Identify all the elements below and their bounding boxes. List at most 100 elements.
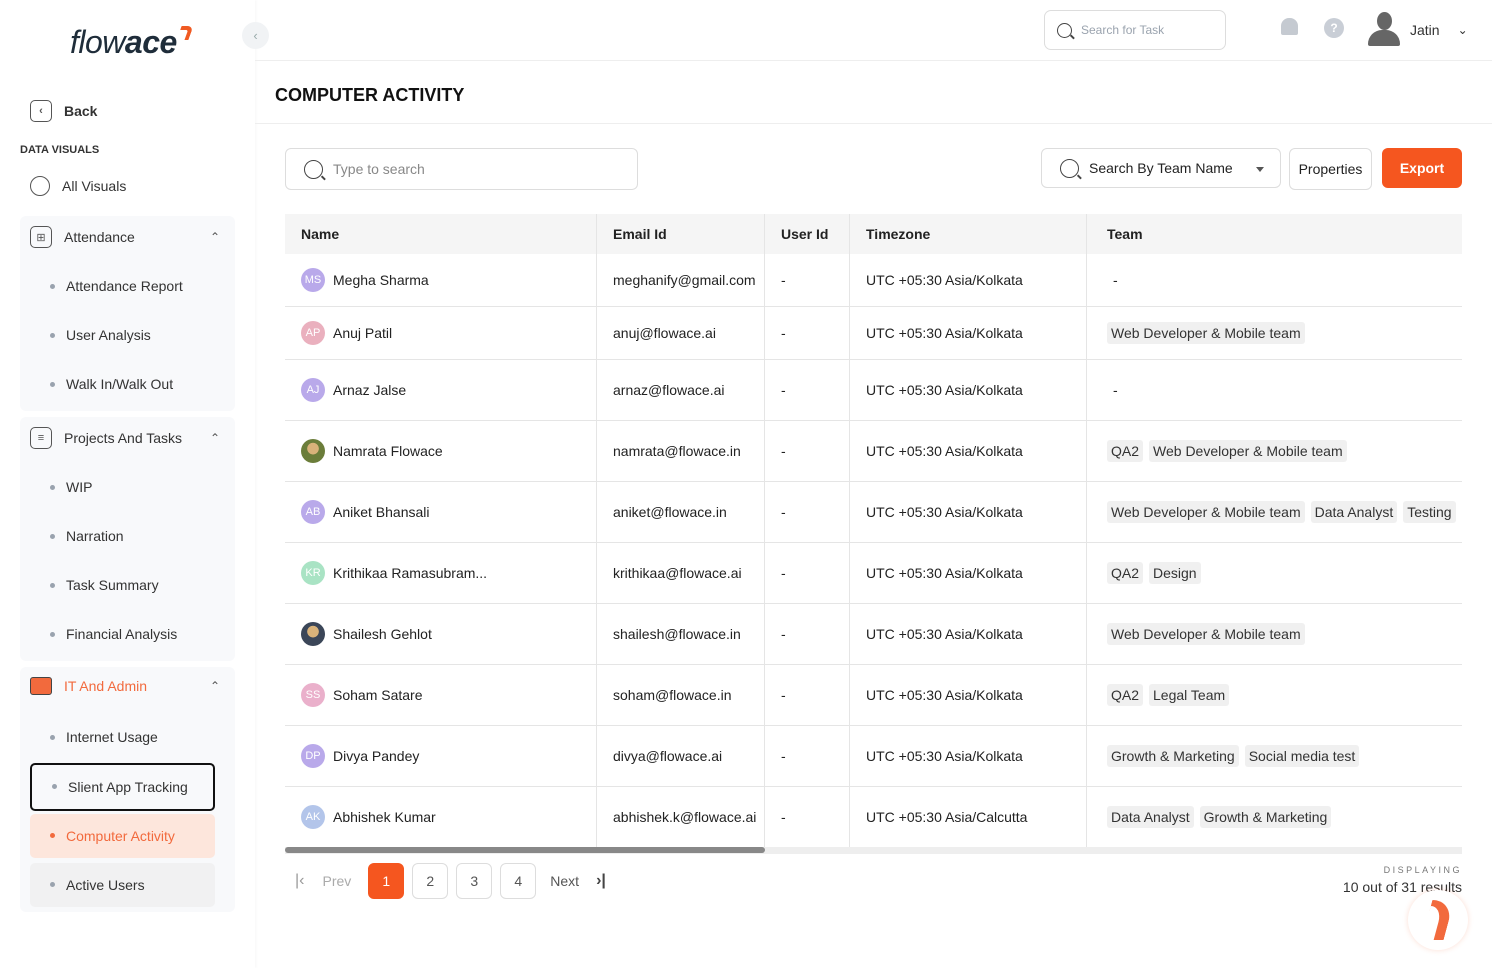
- cell-email: meghanify@gmail.com: [597, 254, 765, 306]
- team-tag: Web Developer & Mobile team: [1107, 623, 1305, 645]
- cell-user-id: -: [765, 787, 850, 847]
- sidebar-item-internet-usage[interactable]: Internet Usage: [30, 716, 215, 758]
- table-row[interactable]: KR Krithikaa Ramasubram... krithikaa@flow…: [285, 543, 1462, 604]
- email: shailesh@flowace.in: [613, 626, 741, 642]
- table-row[interactable]: MS Megha Sharma meghanify@gmail.com - UTC…: [285, 254, 1462, 307]
- team-tag: Data Analyst: [1310, 501, 1398, 523]
- cell-user-id: -: [765, 307, 850, 359]
- email: soham@flowace.in: [613, 687, 732, 703]
- cell-user-id: -: [765, 604, 850, 664]
- search-icon: [1060, 158, 1079, 178]
- table-row[interactable]: AB Aniket Bhansali aniket@flowace.in - UT…: [285, 482, 1462, 543]
- sidebar-item-financial-analysis[interactable]: Financial Analysis: [30, 613, 215, 655]
- column-header-team[interactable]: Team: [1087, 214, 1462, 254]
- column-header-email[interactable]: Email Id: [597, 214, 765, 254]
- cell-timezone: UTC +05:30 Asia/Kolkata: [850, 482, 1087, 542]
- cell-team: Growth & Marketing Social media test: [1087, 726, 1462, 786]
- sidebar-item-silent-app-tracking[interactable]: Slient App Tracking: [30, 763, 215, 811]
- team-filter-select[interactable]: Search By Team Name: [1041, 148, 1281, 188]
- sidebar-group-it-admin: IT And Admin ⌃ Internet Usage Slient App …: [20, 667, 235, 912]
- sidebar-item-all-visuals[interactable]: All Visuals: [30, 176, 126, 196]
- flowace-assistant-button[interactable]: [1408, 890, 1468, 950]
- task-search-input[interactable]: Search for Task: [1044, 10, 1226, 50]
- column-header-timezone[interactable]: Timezone: [850, 214, 1087, 254]
- avatar: MS: [301, 268, 325, 292]
- user-menu[interactable]: Jatin ⌄: [1368, 12, 1468, 47]
- page-2-button[interactable]: 2: [412, 863, 449, 899]
- prev-button[interactable]: Prev: [322, 873, 351, 889]
- user-name: Arnaz Jalse: [333, 382, 407, 398]
- cell-name: Shailesh Gehlot: [285, 604, 597, 664]
- timezone: UTC +05:30 Asia/Kolkata: [866, 443, 1023, 459]
- monitor-icon: [30, 677, 52, 695]
- properties-button[interactable]: Properties: [1289, 148, 1372, 190]
- email: namrata@flowace.in: [613, 443, 741, 459]
- team-tag: Growth & Marketing: [1107, 745, 1239, 767]
- avatar: AB: [301, 500, 325, 524]
- sidebar-item-active-users[interactable]: Active Users: [30, 863, 215, 907]
- bell-icon[interactable]: [1281, 18, 1298, 35]
- sidebar-item-user-analysis[interactable]: User Analysis: [30, 314, 215, 356]
- page-3-button[interactable]: 3: [456, 863, 493, 899]
- cell-name: MS Megha Sharma: [285, 254, 597, 306]
- sidebar-group-header-attendance[interactable]: ⊞ Attendance ⌃: [30, 226, 220, 248]
- next-button[interactable]: Next: [550, 873, 579, 889]
- activity-table: Name Email Id User Id Timezone Team MS Me…: [285, 214, 1462, 848]
- page-1-button[interactable]: 1: [368, 863, 405, 899]
- sidebar: flowace ‹ Back DATA VISUALS All Visuals ⊞…: [0, 0, 255, 968]
- cell-email: soham@flowace.in: [597, 665, 765, 725]
- page-title: COMPUTER ACTIVITY: [275, 85, 465, 105]
- sidebar-group-header-it-admin[interactable]: IT And Admin ⌃: [30, 677, 220, 695]
- avatar: SS: [301, 683, 325, 707]
- user-id: -: [781, 504, 786, 520]
- cell-team: -: [1087, 360, 1462, 420]
- sidebar-item-task-summary[interactable]: Task Summary: [30, 564, 215, 606]
- chevron-up-icon: ⌃: [209, 431, 220, 445]
- cell-name: Namrata Flowace: [285, 421, 597, 481]
- table-row[interactable]: Namrata Flowace namrata@flowace.in - UTC…: [285, 421, 1462, 482]
- export-button[interactable]: Export: [1382, 148, 1462, 188]
- team-tag: Web Developer & Mobile team: [1107, 501, 1305, 523]
- table-row[interactable]: SS Soham Satare soham@flowace.in - UTC +0…: [285, 665, 1462, 726]
- cell-timezone: UTC +05:30 Asia/Calcutta: [850, 787, 1087, 847]
- sidebar-item-attendance-report[interactable]: Attendance Report: [30, 265, 215, 307]
- table-header: Name Email Id User Id Timezone Team: [285, 214, 1462, 254]
- table-row[interactable]: DP Divya Pandey divya@flowace.ai - UTC +0…: [285, 726, 1462, 787]
- scrollbar-thumb[interactable]: [285, 847, 765, 853]
- avatar: KR: [301, 561, 325, 585]
- top-bar: Search for Task ? Jatin ⌄: [255, 0, 1492, 61]
- first-page-icon[interactable]: |‹: [295, 872, 304, 890]
- team-tag: QA2: [1107, 562, 1144, 584]
- table-row[interactable]: AP Anuj Patil anuj@flowace.ai - UTC +05:3…: [285, 307, 1462, 360]
- user-id: -: [781, 687, 786, 703]
- horizontal-scrollbar[interactable]: [285, 847, 1462, 854]
- column-header-user-id[interactable]: User Id: [765, 214, 850, 254]
- table-row[interactable]: Shailesh Gehlot shailesh@flowace.in - UT…: [285, 604, 1462, 665]
- chevron-down-icon: ⌄: [1457, 22, 1468, 37]
- help-icon[interactable]: ?: [1324, 18, 1344, 38]
- cell-name: DP Divya Pandey: [285, 726, 597, 786]
- sidebar-item-computer-activity[interactable]: Computer Activity: [30, 814, 215, 858]
- sidebar-item-wip[interactable]: WIP: [30, 466, 215, 508]
- sidebar-item-narration[interactable]: Narration: [30, 515, 215, 557]
- timezone: UTC +05:30 Asia/Kolkata: [866, 382, 1023, 398]
- table-row[interactable]: AJ Arnaz Jalse arnaz@flowace.ai - UTC +05…: [285, 360, 1462, 421]
- page-4-button[interactable]: 4: [500, 863, 537, 899]
- table-search-input[interactable]: Type to search: [285, 148, 638, 190]
- email: arnaz@flowace.ai: [613, 382, 725, 398]
- sidebar-item-walk-in-out[interactable]: Walk In/Walk Out: [30, 363, 215, 405]
- flowace-mark-icon: [1421, 900, 1455, 940]
- cell-timezone: UTC +05:30 Asia/Kolkata: [850, 360, 1087, 420]
- sidebar-group-header-projects[interactable]: ≡ Projects And Tasks ⌃: [30, 427, 220, 449]
- table-row[interactable]: AK Abhishek Kumar abhishek.k@flowace.ai -…: [285, 787, 1462, 848]
- last-page-icon[interactable]: ›|: [596, 872, 606, 890]
- cell-user-id: -: [765, 254, 850, 306]
- cell-user-id: -: [765, 543, 850, 603]
- team-tag: Legal Team: [1149, 684, 1230, 706]
- cell-team: Web Developer & Mobile team Data Analyst T…: [1087, 482, 1462, 542]
- timezone: UTC +05:30 Asia/Kolkata: [866, 504, 1023, 520]
- flowace-logo[interactable]: flowace: [70, 24, 194, 61]
- column-header-name[interactable]: Name: [285, 214, 597, 254]
- back-button[interactable]: ‹ Back: [30, 100, 97, 122]
- collapse-sidebar-button[interactable]: ‹: [242, 22, 269, 49]
